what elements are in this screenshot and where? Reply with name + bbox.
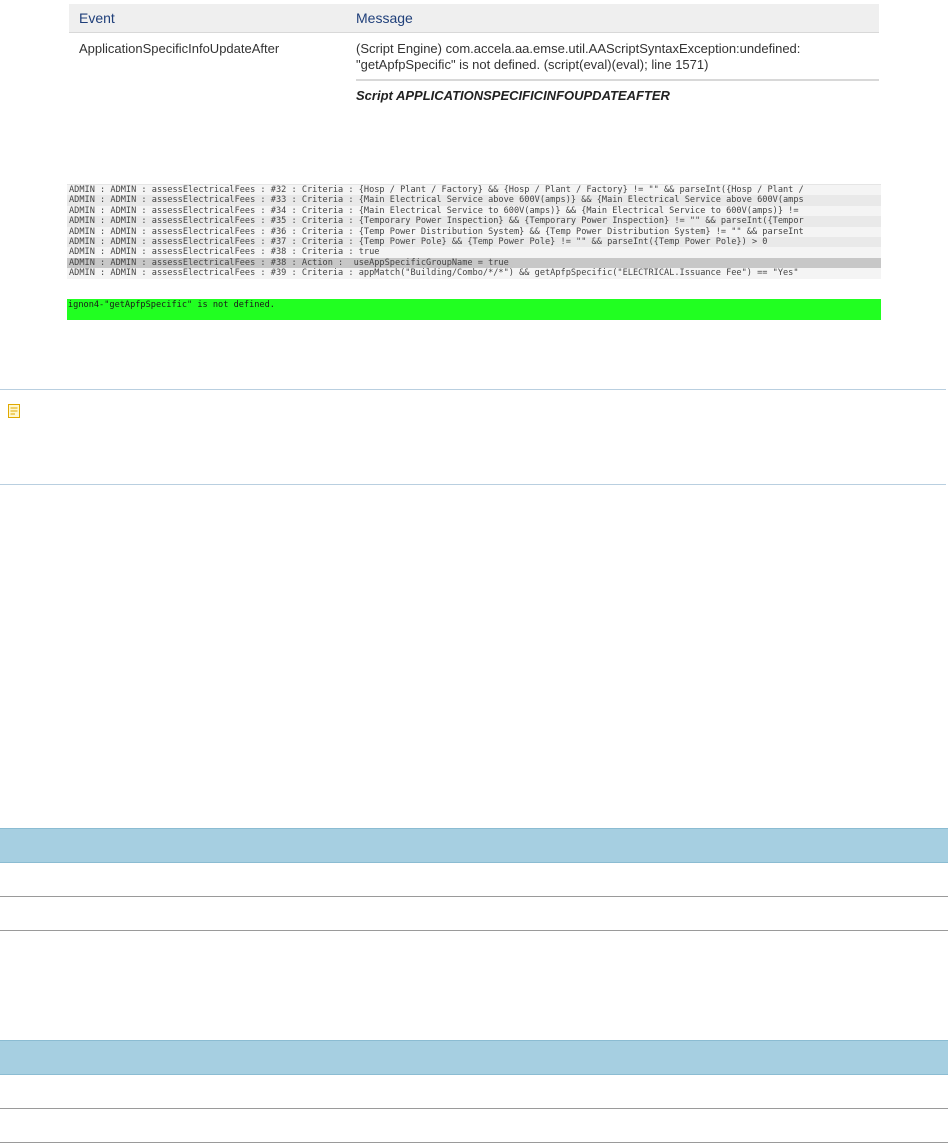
console-line: ADMIN : ADMIN : assessElectricalFees : #… (67, 185, 881, 196)
console-line: ADMIN : ADMIN : assessElectricalFees : #… (67, 236, 881, 248)
script-name: Script APPLICATIONSPECIFICINFOUPDATEAFTE… (356, 88, 670, 103)
console-line: ADMIN : ADMIN : assessElectricalFees : #… (67, 247, 881, 258)
console-line: ADMIN : ADMIN : assessElectricalFees : #… (67, 205, 881, 217)
event-name: ApplicationSpecificInfoUpdateAfter (79, 41, 280, 56)
table-header (0, 1040, 948, 1075)
note-box (0, 389, 946, 485)
error-message-line-2: "getApfpSpecific" is not defined. (scrip… (356, 57, 709, 72)
console-line: ADMIN : ADMIN : assessElectricalFees : #… (67, 195, 881, 206)
table-row (0, 1109, 948, 1143)
event-column-header: Event (79, 10, 115, 26)
table-header: Event Message (69, 4, 879, 33)
table-row (0, 1075, 948, 1109)
console-line: ADMIN : ADMIN : assessElectricalFees : #… (67, 216, 881, 227)
empty-table-1 (0, 828, 948, 931)
console-error-line: ignon4-"getApfpSpecific" is not defined. (67, 299, 881, 320)
message-divider (356, 79, 879, 81)
empty-table-2 (0, 1040, 948, 1143)
console-line: ADMIN : ADMIN : assessElectricalFees : #… (67, 226, 881, 237)
console-line-highlighted: ADMIN : ADMIN : assessElectricalFees : #… (67, 257, 881, 269)
table-row (0, 863, 948, 897)
note-icon (8, 404, 20, 418)
table-row: ApplicationSpecificInfoUpdateAfter (Scri… (69, 33, 879, 73)
script-console-output: ADMIN : ADMIN : assessElectricalFees : #… (67, 184, 881, 320)
error-message-line-1: (Script Engine) com.accela.aa.emse.util.… (356, 41, 801, 56)
console-line: ADMIN : ADMIN : assessElectricalFees : #… (67, 268, 881, 279)
table-row (0, 897, 948, 931)
table-header (0, 828, 948, 863)
message-column-header: Message (356, 10, 413, 26)
event-message-table: Event Message ApplicationSpecificInfoUpd… (69, 4, 879, 103)
error-message: (Script Engine) com.accela.aa.emse.util.… (356, 41, 879, 73)
